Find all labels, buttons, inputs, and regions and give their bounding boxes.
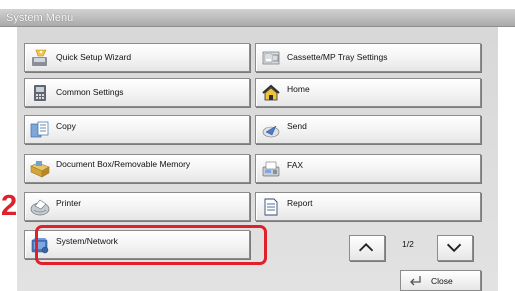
step-number: 2: [1, 190, 18, 222]
settings-icon: [34, 85, 46, 101]
wizard-icon: [32, 49, 47, 66]
copy-button[interactable]: Copy: [24, 115, 250, 144]
fax-button[interactable]: FAX: [255, 154, 481, 183]
copy-icon: [30, 121, 49, 138]
page-up-button[interactable]: [349, 235, 385, 261]
quick-setup-wizard-label: Quick Setup Wizard: [56, 52, 132, 62]
cassette-mp-tray-label: Cassette/MP Tray Settings: [287, 52, 388, 62]
printer-button[interactable]: Printer: [24, 192, 250, 221]
fax-label: FAX: [287, 160, 304, 170]
chevron-up-icon: [358, 243, 374, 252]
return-icon: [410, 276, 421, 286]
document-box-label: Document Box/Removable Memory: [56, 159, 191, 169]
report-button[interactable]: Report: [255, 192, 481, 221]
printer-label: Printer: [56, 198, 82, 208]
printer-icon: [30, 199, 50, 216]
send-icon: [262, 125, 280, 138]
page-indicator: 1/2: [402, 239, 414, 249]
tray-icon: [262, 51, 280, 65]
cassette-mp-tray-settings-button[interactable]: Cassette/MP Tray Settings: [255, 43, 481, 72]
fax-icon: [262, 161, 280, 177]
common-settings-label: Common Settings: [56, 87, 124, 97]
close-button[interactable]: Close: [400, 270, 481, 291]
copy-label: Copy: [56, 121, 76, 131]
send-button[interactable]: Send: [255, 115, 481, 144]
common-settings-button[interactable]: Common Settings: [24, 78, 250, 107]
report-label: Report: [287, 198, 313, 208]
home-button[interactable]: Home: [255, 78, 481, 107]
document-box-button[interactable]: Document Box/Removable Memory: [24, 154, 250, 183]
page-down-button[interactable]: [437, 235, 473, 261]
document-box-icon: [30, 161, 50, 178]
quick-setup-wizard-button[interactable]: Quick Setup Wizard: [24, 43, 250, 72]
highlight-box: [35, 225, 267, 265]
report-icon: [264, 198, 278, 216]
close-label: Close: [431, 276, 453, 286]
home-icon: [262, 84, 280, 101]
window-title: System Menu: [0, 9, 515, 27]
send-label: Send: [287, 121, 307, 131]
chevron-down-icon: [446, 243, 462, 253]
home-label: Home: [287, 84, 310, 94]
